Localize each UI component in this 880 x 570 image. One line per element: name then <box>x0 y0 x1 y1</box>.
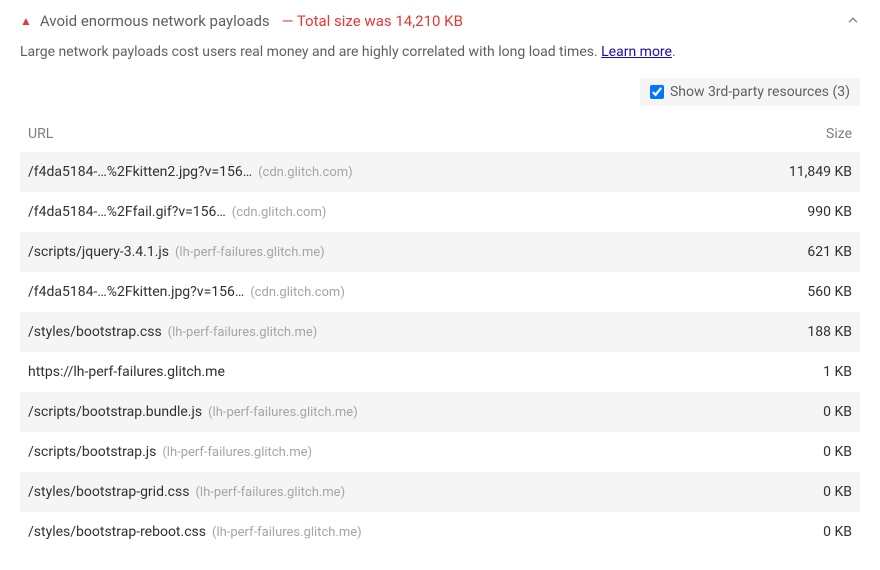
url-cell: /f4da5184-…%2Fkitten2.jpg?v=156… (cdn.gli… <box>20 152 705 192</box>
url-origin: (lh-perf-failures.glitch.me) <box>195 485 345 500</box>
audit-title: Avoid enormous network payloads <box>40 12 270 30</box>
url-path: /styles/bootstrap-reboot.css <box>28 524 206 540</box>
url-path: /f4da5184-…%2Ffail.gif?v=156… <box>28 204 226 220</box>
url-path: /styles/bootstrap.css <box>28 324 162 340</box>
size-cell: 11,849 KB <box>705 152 860 192</box>
url-cell: /scripts/bootstrap.js (lh-perf-failures.g… <box>20 432 705 472</box>
size-cell: 0 KB <box>705 432 860 472</box>
third-party-filter[interactable]: Show 3rd-party resources (3) <box>640 78 860 106</box>
size-unit: KB <box>834 284 852 300</box>
size-value: 990 <box>807 204 831 220</box>
chevron-up-icon <box>846 13 860 30</box>
size-unit: KB <box>834 404 852 420</box>
url-origin: (lh-perf-failures.glitch.me) <box>212 525 362 540</box>
size-cell: 621 KB <box>705 232 860 272</box>
size-value: 1 <box>823 364 831 380</box>
url-path: /scripts/bootstrap.bundle.js <box>28 404 202 420</box>
size-cell: 0 KB <box>705 472 860 512</box>
size-unit: KB <box>834 324 852 340</box>
size-value: 0 <box>823 524 831 540</box>
url-origin: (cdn.glitch.com) <box>232 205 327 220</box>
url-path: https://lh-perf-failures.glitch.me <box>28 364 225 380</box>
size-unit: KB <box>834 204 852 220</box>
size-value: 0 <box>823 484 831 500</box>
audit-header[interactable]: ▲ Avoid enormous network payloads — Tota… <box>20 12 860 30</box>
url-cell: /styles/bootstrap-reboot.css (lh-perf-fai… <box>20 512 705 552</box>
third-party-label: Show 3rd-party resources (3) <box>670 84 850 100</box>
url-origin: (lh-perf-failures.glitch.me) <box>162 445 312 460</box>
table-row: /scripts/jquery-3.4.1.js (lh-perf-failure… <box>20 232 860 272</box>
size-cell: 0 KB <box>705 512 860 552</box>
audit-panel: ▲ Avoid enormous network payloads — Tota… <box>0 0 880 564</box>
size-unit: KB <box>834 444 852 460</box>
url-cell: /styles/bootstrap-grid.css (lh-perf-failu… <box>20 472 705 512</box>
size-unit: KB <box>834 164 852 180</box>
url-origin: (cdn.glitch.com) <box>258 165 353 180</box>
url-origin: (lh-perf-failures.glitch.me) <box>208 405 358 420</box>
size-value: 0 <box>823 444 831 460</box>
table-row: /f4da5184-…%2Fkitten.jpg?v=156… (cdn.glit… <box>20 272 860 312</box>
url-cell: https://lh-perf-failures.glitch.me <box>20 352 705 392</box>
url-cell: /scripts/jquery-3.4.1.js (lh-perf-failure… <box>20 232 705 272</box>
size-cell: 560 KB <box>705 272 860 312</box>
url-path: /scripts/jquery-3.4.1.js <box>28 244 169 260</box>
size-value: 188 <box>807 324 831 340</box>
size-value: 0 <box>823 404 831 420</box>
url-path: /scripts/bootstrap.js <box>28 444 156 460</box>
audit-description: Large network payloads cost users real m… <box>20 44 860 60</box>
table-row: /styles/bootstrap-grid.css (lh-perf-failu… <box>20 472 860 512</box>
size-value: 621 <box>807 244 831 260</box>
table-row: /f4da5184-…%2Fkitten2.jpg?v=156… (cdn.gli… <box>20 152 860 192</box>
url-cell: /styles/bootstrap.css (lh-perf-failures.g… <box>20 312 705 352</box>
third-party-checkbox[interactable] <box>650 85 664 99</box>
table-row: /f4da5184-…%2Ffail.gif?v=156… (cdn.glitch… <box>20 192 860 232</box>
size-cell: 1 KB <box>705 352 860 392</box>
size-unit: KB <box>834 484 852 500</box>
learn-more-link[interactable]: Learn more <box>601 44 672 60</box>
size-value: 11,849 <box>789 164 831 180</box>
audit-total-size: — Total size was 14,210 KB <box>282 12 463 30</box>
table-row: /styles/bootstrap-reboot.css (lh-perf-fai… <box>20 512 860 552</box>
size-unit: KB <box>834 364 852 380</box>
table-row: /scripts/bootstrap.bundle.js (lh-perf-fai… <box>20 392 860 432</box>
size-cell: 990 KB <box>705 192 860 232</box>
table-row: /scripts/bootstrap.js (lh-perf-failures.g… <box>20 432 860 472</box>
size-value: 560 <box>807 284 831 300</box>
column-header-size: Size <box>705 118 860 152</box>
size-cell: 0 KB <box>705 392 860 432</box>
filter-row: Show 3rd-party resources (3) <box>20 78 860 106</box>
size-cell: 188 KB <box>705 312 860 352</box>
table-row: https://lh-perf-failures.glitch.me 1 KB <box>20 352 860 392</box>
url-origin: (lh-perf-failures.glitch.me) <box>175 245 325 260</box>
url-path: /styles/bootstrap-grid.css <box>28 484 189 500</box>
size-unit: KB <box>834 244 852 260</box>
url-origin: (lh-perf-failures.glitch.me) <box>168 325 318 340</box>
url-cell: /f4da5184-…%2Fkitten.jpg?v=156… (cdn.glit… <box>20 272 705 312</box>
warning-triangle-icon: ▲ <box>20 15 32 27</box>
size-unit: KB <box>834 524 852 540</box>
url-path: /f4da5184-…%2Fkitten2.jpg?v=156… <box>28 164 252 180</box>
column-header-url: URL <box>20 118 705 152</box>
resources-table: URL Size /f4da5184-…%2Fkitten2.jpg?v=156… <box>20 118 860 552</box>
url-cell: /scripts/bootstrap.bundle.js (lh-perf-fai… <box>20 392 705 432</box>
url-cell: /f4da5184-…%2Ffail.gif?v=156… (cdn.glitch… <box>20 192 705 232</box>
url-path: /f4da5184-…%2Fkitten.jpg?v=156… <box>28 284 244 300</box>
url-origin: (cdn.glitch.com) <box>250 285 345 300</box>
table-row: /styles/bootstrap.css (lh-perf-failures.g… <box>20 312 860 352</box>
